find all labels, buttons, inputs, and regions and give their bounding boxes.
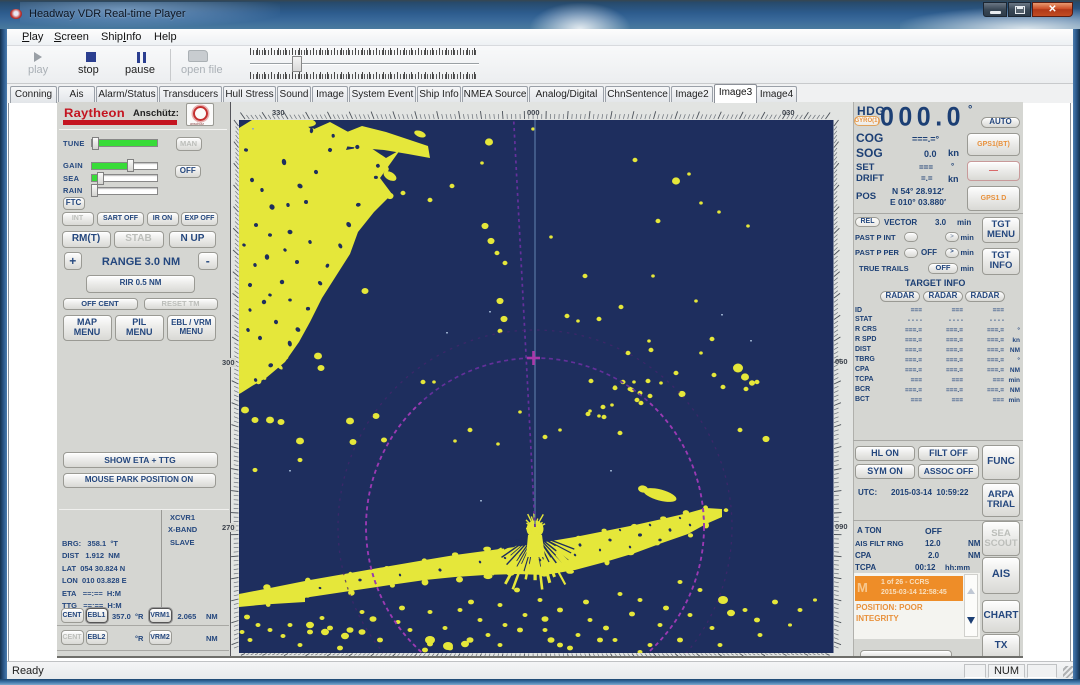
svg-text:060: 060 xyxy=(835,357,848,366)
svg-text:330: 330 xyxy=(272,108,285,117)
svg-text:030: 030 xyxy=(782,108,795,117)
svg-text:090: 090 xyxy=(835,522,848,531)
